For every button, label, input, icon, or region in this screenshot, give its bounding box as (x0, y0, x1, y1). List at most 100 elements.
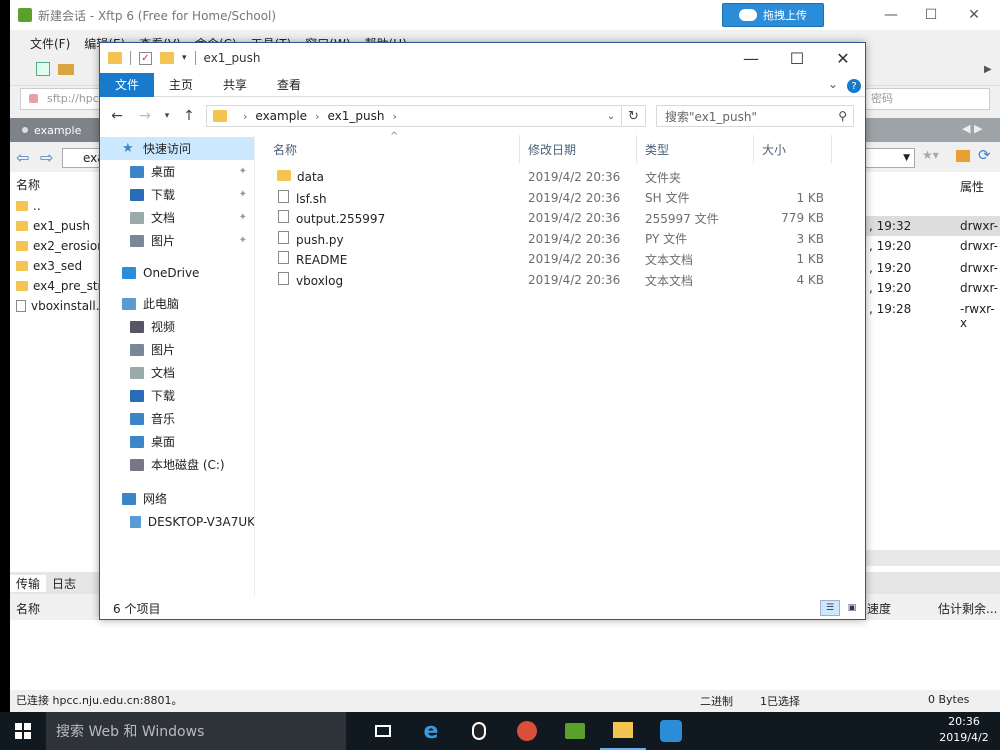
list-item[interactable]: .. (10, 196, 41, 216)
xftp-attr-header[interactable]: 属性 (960, 178, 984, 195)
table-row[interactable]: push.py 2019/4/2 20:36 PY 文件 3 KB (265, 229, 835, 249)
xftp-local-path[interactable]: exa (62, 148, 102, 168)
properties-icon[interactable]: ✓ (139, 51, 152, 65)
back-arrow-icon[interactable]: ← (106, 105, 128, 127)
tab-file[interactable]: 文件 (100, 72, 154, 97)
file-explorer-taskbar-icon[interactable] (600, 712, 646, 750)
transfer-eta-header[interactable]: 估计剩余... (938, 600, 997, 617)
tab-example[interactable]: example (10, 118, 102, 142)
nav-item-document[interactable]: 文档 ✦ (100, 206, 254, 229)
explorer-maximize-button[interactable]: ☐ (774, 43, 820, 73)
nav-item-download[interactable]: 下载 ✦ (100, 183, 254, 206)
search-placeholder: 搜索"ex1_push" (665, 109, 758, 124)
file-type: PY 文件 (645, 232, 688, 247)
forward-arrow-icon[interactable]: → (134, 105, 156, 127)
transfer-name-header[interactable]: 名称 (16, 600, 40, 617)
task-view-icon[interactable] (360, 712, 406, 750)
table-row[interactable]: vboxlog 2019/4/2 20:36 文本文档 4 KB (265, 270, 835, 290)
taskbar-search[interactable]: 搜索 Web 和 Windows (46, 712, 346, 750)
column-name[interactable]: 名称 (265, 135, 520, 163)
transfer-speed-header[interactable]: 速度 (867, 600, 891, 617)
table-row[interactable]: lsf.sh 2019/4/2 20:36 SH 文件 1 KB (265, 188, 835, 208)
nav-item-drive[interactable]: 本地磁盘 (C:) (100, 453, 254, 476)
nav-item-pictures[interactable]: 图片 (100, 338, 254, 361)
nav-item-star[interactable]: ★ 快速访问 (100, 137, 254, 160)
xftp-forward-icon[interactable]: ⇨ (40, 148, 53, 167)
transfer-mode[interactable]: 二进制 (700, 693, 733, 709)
xftp-remote-path-dropdown[interactable]: ▼ (865, 148, 915, 168)
tab-log[interactable]: 日志 (46, 575, 82, 592)
xshell-icon[interactable] (504, 712, 550, 750)
column-type[interactable]: 类型 (637, 135, 754, 163)
nav-item-computer[interactable]: DESKTOP-V3A7UK (100, 510, 254, 533)
list-item[interactable]: ex4_pre_stru (10, 276, 110, 296)
system-clock[interactable]: 20:36 2019/4/2 (930, 714, 998, 748)
search-input[interactable]: 搜索"ex1_push" ⚲ (656, 105, 854, 127)
xftp-taskbar-icon[interactable] (552, 712, 598, 750)
tab-view[interactable]: 查看 (262, 73, 316, 97)
table-row[interactable]: data 2019/4/2 20:36 文件夹 (265, 167, 835, 187)
edge-icon[interactable]: e (408, 712, 454, 750)
xftp-address-text: sftp://hpc (47, 92, 99, 105)
tab-transfer[interactable]: 传输 (10, 574, 47, 592)
explorer-close-button[interactable]: ✕ (820, 43, 866, 73)
nav-item-cloud[interactable]: OneDrive (100, 261, 254, 284)
nav-item-computer[interactable]: 此电脑 (100, 292, 254, 315)
toolbar-overflow-icon[interactable]: ▶ (984, 64, 992, 75)
xftp-local-name-header[interactable]: 名称 (10, 174, 40, 194)
quick-access-dropdown-icon[interactable]: ▾ (182, 53, 187, 63)
xftp-maximize-button[interactable]: ☐ (912, 0, 950, 30)
ribbon-expand-icon[interactable]: ⌄ (828, 77, 838, 91)
large-icons-view-icon[interactable]: ▣ (842, 600, 862, 616)
recent-locations-icon[interactable]: ▾ (156, 105, 178, 127)
nav-item-network[interactable]: 网络 (100, 487, 254, 510)
baidu-netdisk-icon[interactable] (648, 712, 694, 750)
nav-item-label: 下载 (151, 389, 176, 403)
xftp-close-button[interactable]: ✕ (955, 0, 993, 30)
up-arrow-icon[interactable]: ↑ (178, 105, 200, 127)
column-size[interactable]: 大小 (754, 135, 832, 163)
open-folder-icon[interactable] (58, 64, 74, 75)
address-dropdown-icon[interactable]: ⌄ (600, 105, 622, 127)
favorite-star-icon[interactable]: ★▾ (922, 148, 939, 162)
nav-item-desktop[interactable]: 桌面 (100, 430, 254, 453)
pin-icon[interactable]: ✦ (239, 166, 247, 177)
address-bar[interactable]: › example › ex1_push › (206, 105, 622, 127)
pin-icon[interactable]: ✦ (239, 235, 247, 246)
tab-home[interactable]: 主页 (154, 73, 208, 97)
drag-upload-button[interactable]: 拖拽上传 (722, 3, 824, 27)
start-button[interactable] (0, 712, 46, 750)
new-session-icon[interactable] (36, 62, 50, 76)
nav-item-video[interactable]: 视频 (100, 315, 254, 338)
menu-file[interactable]: 文件(F) (30, 35, 70, 52)
list-item[interactable]: ex1_push (10, 216, 90, 236)
nav-item-desktop[interactable]: 桌面 ✦ (100, 160, 254, 183)
xftp-refresh-icon[interactable]: ⟳ (978, 146, 991, 164)
home-icon[interactable] (956, 150, 970, 162)
list-item[interactable]: ex3_sed (10, 256, 82, 276)
list-item[interactable]: vboxinstall.s (10, 296, 106, 316)
explorer-minimize-button[interactable]: — (728, 43, 774, 73)
list-item[interactable]: ex2_erosion (10, 236, 105, 256)
nav-item-document[interactable]: 文档 (100, 361, 254, 384)
pin-icon[interactable]: ✦ (239, 212, 247, 223)
help-icon[interactable]: ? (847, 79, 861, 93)
nav-item-pictures[interactable]: 图片 ✦ (100, 229, 254, 252)
details-view-icon[interactable]: ☰ (820, 600, 840, 616)
tab-share[interactable]: 共享 (208, 73, 262, 97)
horizontal-scrollbar[interactable] (865, 550, 1000, 566)
breadcrumb-example[interactable]: example (255, 109, 307, 123)
new-folder-icon[interactable] (160, 52, 174, 64)
table-row[interactable]: output.255997 2019/4/2 20:36 255997 文件 779 … (265, 208, 835, 228)
nav-item-music[interactable]: 音乐 (100, 407, 254, 430)
breadcrumb-ex1-push[interactable]: ex1_push (327, 109, 384, 123)
xftp-back-icon[interactable]: ⇦ (16, 148, 29, 167)
column-date[interactable]: 修改日期 (520, 135, 637, 163)
nav-item-download[interactable]: 下载 (100, 384, 254, 407)
table-row[interactable]: README 2019/4/2 20:36 文本文档 1 KB (265, 249, 835, 269)
pin-icon[interactable]: ✦ (239, 189, 247, 200)
qq-icon[interactable] (456, 712, 502, 750)
tab-scroll-arrows-icon[interactable]: ◀ ▶ (962, 122, 982, 135)
refresh-icon[interactable]: ↻ (622, 105, 646, 127)
xftp-minimize-button[interactable]: — (872, 0, 910, 30)
